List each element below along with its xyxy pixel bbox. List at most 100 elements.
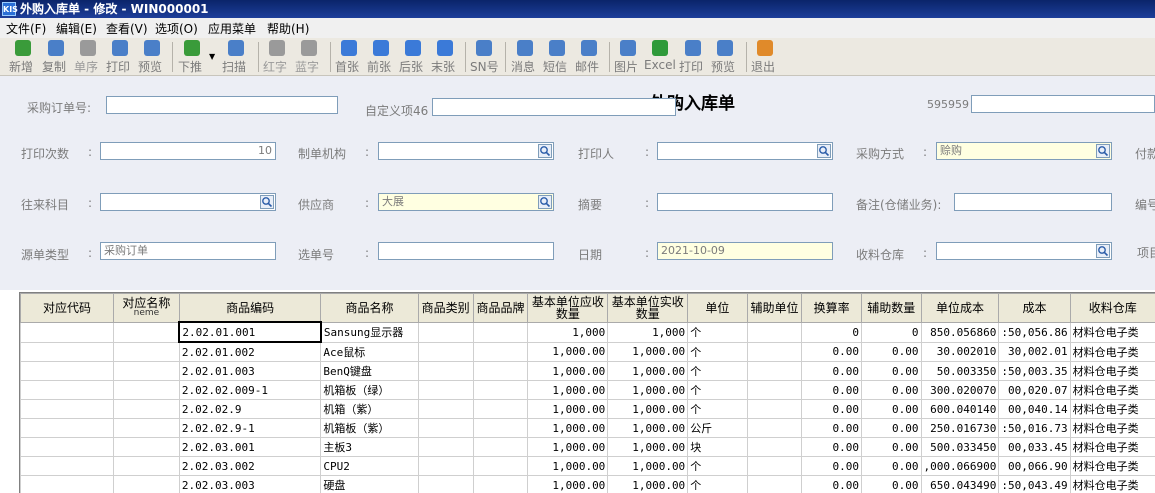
table-cell[interactable] <box>113 419 179 438</box>
table-cell[interactable] <box>113 322 179 342</box>
table-cell[interactable] <box>747 419 802 438</box>
table-cell[interactable]: 硬盘 <box>321 476 418 493</box>
table-cell[interactable] <box>473 381 528 400</box>
maker-org-input[interactable] <box>378 142 554 160</box>
table-cell[interactable] <box>418 342 473 362</box>
table-cell[interactable] <box>113 362 179 381</box>
table-cell[interactable]: 00,033.45 <box>999 438 1070 457</box>
table-cell[interactable]: 650.043490 <box>921 476 999 493</box>
remark-input[interactable] <box>954 193 1112 211</box>
table-cell[interactable] <box>418 381 473 400</box>
menu-app[interactable]: 应用菜单 <box>208 20 256 37</box>
table-cell[interactable] <box>747 342 802 362</box>
table-cell[interactable]: 材料仓电子类 <box>1070 342 1155 362</box>
table-cell[interactable]: 0 <box>861 322 921 342</box>
table-cell[interactable] <box>747 457 802 476</box>
print-button[interactable]: 打印 <box>106 40 134 74</box>
table-cell[interactable]: 0.00 <box>802 419 862 438</box>
table-cell[interactable]: 1,000 <box>528 322 608 342</box>
table-cell[interactable]: CPU2 <box>321 457 418 476</box>
table-cell[interactable]: 材料仓电子类 <box>1070 322 1155 342</box>
table-cell[interactable]: 0.00 <box>802 476 862 493</box>
first-button[interactable]: 首张 <box>335 40 363 74</box>
message-button[interactable]: 消息 <box>511 40 539 74</box>
table-cell[interactable]: 0.00 <box>861 381 921 400</box>
lookup-icon[interactable] <box>538 195 552 209</box>
table-cell[interactable] <box>113 400 179 419</box>
next-button[interactable]: 后张 <box>399 40 427 74</box>
blue-letter-button[interactable]: 蓝字 <box>295 40 323 74</box>
sms-button[interactable]: 短信 <box>543 40 571 74</box>
table-cell[interactable] <box>473 476 528 493</box>
table-cell[interactable]: 0.00 <box>802 362 862 381</box>
table-cell[interactable]: 1,000.00 <box>528 438 608 457</box>
column-header[interactable]: 单位成本 <box>921 294 999 323</box>
table-cell[interactable]: 850.056860 <box>921 322 999 342</box>
push-down-button[interactable]: 下推 <box>178 40 206 74</box>
table-cell[interactable]: 1,000.00 <box>608 342 688 362</box>
table-cell[interactable]: 1,000.00 <box>528 381 608 400</box>
table-cell[interactable]: 2.02.02.9-1 <box>179 419 320 438</box>
lookup-icon[interactable] <box>260 195 274 209</box>
table-cell[interactable]: 个 <box>688 322 747 342</box>
table-row[interactable]: 2.02.01.001Sansung显示器1,0001,000个00850.05… <box>21 322 1155 342</box>
lookup-icon[interactable] <box>538 144 552 158</box>
table-cell[interactable] <box>113 438 179 457</box>
table-cell[interactable]: 0.00 <box>861 438 921 457</box>
table-cell[interactable]: 机箱（紫） <box>321 400 418 419</box>
sn-button[interactable]: SN号 <box>470 40 498 74</box>
table-cell[interactable]: 块 <box>688 438 747 457</box>
column-header[interactable]: 收料仓库 <box>1070 294 1155 323</box>
table-cell[interactable] <box>21 362 114 381</box>
red-letter-button[interactable]: 红字 <box>263 40 291 74</box>
table-cell[interactable]: 个 <box>688 476 747 493</box>
table-cell[interactable] <box>21 381 114 400</box>
new-button[interactable]: 新增 <box>9 40 37 74</box>
date-input[interactable]: 2021-10-09 <box>657 242 833 260</box>
table-cell[interactable] <box>747 362 802 381</box>
table-cell[interactable]: 1,000.00 <box>608 476 688 493</box>
table-cell[interactable]: 300.020070 <box>921 381 999 400</box>
table-cell[interactable]: 个 <box>688 381 747 400</box>
menu-help[interactable]: 帮助(H) <box>267 20 309 37</box>
table-cell[interactable]: :50,016.73 <box>999 419 1070 438</box>
prev-button[interactable]: 前张 <box>367 40 395 74</box>
printer-input[interactable] <box>657 142 833 160</box>
column-header[interactable]: 换算率 <box>802 294 862 323</box>
table-cell[interactable]: 1,000.00 <box>608 419 688 438</box>
lookup-icon[interactable] <box>1096 244 1110 258</box>
sort-button[interactable]: 单序 <box>74 40 102 74</box>
f595959-input[interactable] <box>971 95 1155 113</box>
table-cell[interactable]: 1,000 <box>608 322 688 342</box>
table-cell[interactable] <box>21 322 114 342</box>
column-header[interactable]: 基本单位实收数量 <box>608 294 688 323</box>
table-cell[interactable]: 600.040140 <box>921 400 999 419</box>
table-cell[interactable] <box>747 438 802 457</box>
table-cell[interactable]: 1,000.00 <box>528 400 608 419</box>
table-cell[interactable]: 1,000.00 <box>528 457 608 476</box>
column-header[interactable]: 商品编码 <box>179 294 320 323</box>
column-header[interactable]: 对应代码 <box>21 294 114 323</box>
lookup-icon[interactable] <box>1096 144 1110 158</box>
menu-edit[interactable]: 编辑(E) <box>56 20 97 37</box>
table-cell[interactable] <box>418 362 473 381</box>
table-cell[interactable]: 0.00 <box>802 400 862 419</box>
table-row[interactable]: 2.02.03.003硬盘1,000.001,000.00个0.000.0065… <box>21 476 1155 493</box>
menu-file[interactable]: 文件(F) <box>6 20 46 37</box>
table-cell[interactable]: Sansung显示器 <box>321 322 418 342</box>
table-row[interactable]: 2.02.02.9机箱（紫）1,000.001,000.00个0.000.006… <box>21 400 1155 419</box>
table-cell[interactable]: ,000.066900 <box>921 457 999 476</box>
table-cell[interactable]: 个 <box>688 400 747 419</box>
table-cell[interactable]: 0.00 <box>861 419 921 438</box>
table-cell[interactable] <box>113 457 179 476</box>
table-cell[interactable]: 公斤 <box>688 419 747 438</box>
account-input[interactable] <box>100 193 276 211</box>
table-cell[interactable]: 0.00 <box>861 476 921 493</box>
purchase-method-input[interactable]: 赊购 <box>936 142 1112 160</box>
table-cell[interactable]: 250.016730 <box>921 419 999 438</box>
table-cell[interactable]: 2.02.02.9 <box>179 400 320 419</box>
table-cell[interactable]: 2.02.01.003 <box>179 362 320 381</box>
custom46-input[interactable] <box>432 98 676 116</box>
table-cell[interactable]: 机箱板（绿） <box>321 381 418 400</box>
table-cell[interactable]: :50,043.49 <box>999 476 1070 493</box>
